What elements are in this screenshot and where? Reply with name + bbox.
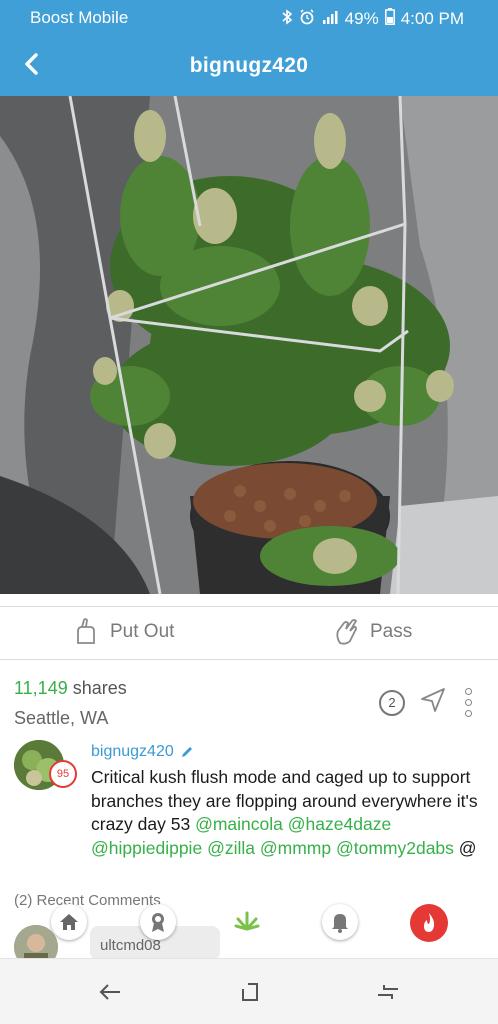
fire-icon <box>424 913 435 932</box>
mention-link[interactable]: @tommy2dabs <box>336 838 454 858</box>
caption-trailing: @ <box>458 837 477 858</box>
home-tab[interactable] <box>51 904 87 940</box>
caption-text: Critical kush flush mode and caged up to… <box>91 767 478 834</box>
lte-signal-icon <box>321 9 339 29</box>
battery-percent: 49% <box>344 8 379 28</box>
weed-tab[interactable] <box>229 904 265 940</box>
pass-button[interactable]: Pass <box>332 617 412 647</box>
bluetooth-icon <box>281 8 293 29</box>
mention-link[interactable]: @hippiedippie <box>91 838 202 858</box>
status-icons: 49% 4:00 PM <box>281 8 464 29</box>
mention-link[interactable]: @mmmp <box>260 838 331 858</box>
bell-icon <box>332 914 348 933</box>
author-name: bignugz420 <box>91 743 174 760</box>
mention-link[interactable]: @zilla <box>207 838 255 858</box>
send-icon[interactable] <box>419 686 447 719</box>
put-out-button[interactable]: Put Out <box>72 617 174 647</box>
post-author[interactable]: bignugz420 <box>91 743 194 761</box>
shares-number: 11,149 <box>14 678 68 698</box>
fire-tab[interactable] <box>410 904 448 942</box>
mention-link[interactable]: @haze4daze <box>288 814 391 834</box>
carrier-name: Boost Mobile <box>30 8 129 27</box>
pencil-icon <box>181 747 192 757</box>
system-nav-bar <box>0 958 498 1024</box>
award-icon <box>152 913 164 932</box>
notifications-tab[interactable] <box>322 904 358 940</box>
page-title: bignugz420 <box>189 54 309 77</box>
app-header: bignugz420 <box>0 36 498 96</box>
system-back-button[interactable] <box>95 977 125 1007</box>
home-icon <box>60 914 78 930</box>
recent-comments-label[interactable]: (2) Recent Comments <box>14 892 161 909</box>
arrow-back-icon <box>99 984 120 1000</box>
weed-leaf-icon <box>234 911 260 931</box>
alarm-icon <box>299 8 315 29</box>
status-bar: Boost Mobile 49% 4:00 PM <box>0 0 498 36</box>
post-location: Seattle, WA <box>14 708 109 728</box>
more-options-icon[interactable] <box>461 688 476 717</box>
battery-icon <box>384 8 395 29</box>
system-recents-button[interactable] <box>373 977 403 1007</box>
vote-actions: Put Out Pass <box>0 606 498 660</box>
square-home-icon <box>242 983 258 1001</box>
system-home-button[interactable] <box>235 977 265 1007</box>
hand-wave-icon <box>336 619 358 645</box>
mention-link[interactable]: @maincola <box>195 814 283 834</box>
post-caption: Critical kush flush mode and caged up to… <box>91 766 481 860</box>
hand-pass-icon <box>77 618 95 644</box>
post-actions: 2 <box>379 686 476 719</box>
plant-photo-image <box>0 96 498 594</box>
award-tab[interactable] <box>140 904 176 940</box>
shares-count: 11,149 shares <box>14 678 127 699</box>
shares-label: shares <box>72 678 127 698</box>
pass-label: Pass <box>370 621 413 642</box>
clock: 4:00 PM <box>400 8 464 28</box>
post-photo[interactable] <box>0 96 498 594</box>
level-badge: 95 <box>49 760 77 788</box>
comment-count-button[interactable]: 2 <box>379 689 405 716</box>
recents-icon <box>378 985 398 999</box>
put-out-label: Put Out <box>110 621 175 642</box>
